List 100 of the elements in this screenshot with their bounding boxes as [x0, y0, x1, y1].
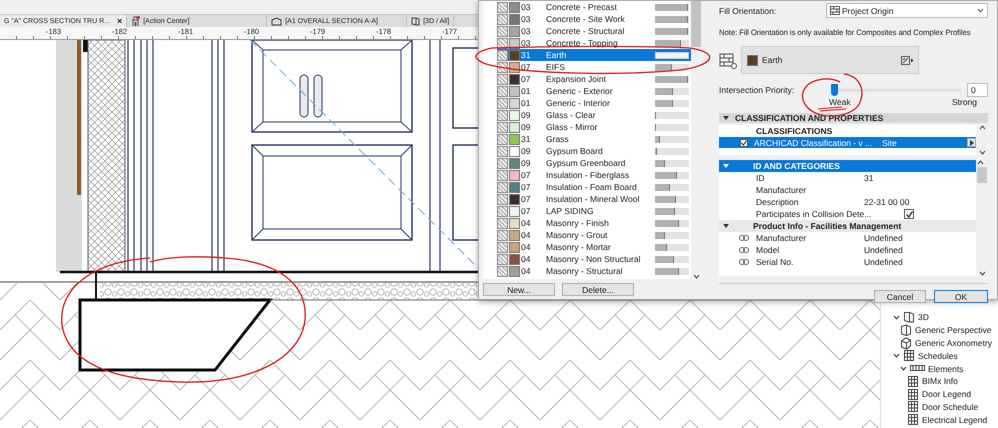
navigator-item[interactable]: Elements — [928, 364, 964, 374]
navigator-item[interactable]: Door Schedule — [922, 402, 978, 412]
material-row[interactable]: 31 Grass — [497, 133, 691, 145]
scrollbar-thumb[interactable] — [977, 167, 987, 183]
material-code: 04 — [520, 266, 532, 276]
material-code: 07 — [520, 170, 532, 180]
fill-orientation-dropdown[interactable]: Project Origin — [826, 3, 988, 18]
classification-row[interactable]: ARCHICAD Classification - v ... Site — [719, 137, 976, 148]
material-row[interactable]: 07 Expansion Joint — [497, 73, 691, 85]
link-icon — [739, 235, 749, 241]
material-code: 31 — [520, 134, 532, 144]
chevron-down-icon[interactable] — [692, 274, 700, 279]
material-row[interactable]: 03 Concrete - Site Work — [497, 13, 691, 25]
fill-pattern-icon — [497, 134, 508, 144]
list-button[interactable]: New... — [483, 283, 555, 296]
cube-icon — [900, 324, 912, 337]
material-row[interactable]: 09 Glass - Clear — [497, 109, 691, 121]
property-group-header[interactable]: Product Info - Facilities Management — [719, 220, 976, 232]
material-code: 09 — [520, 110, 532, 120]
cancel-button[interactable]: Cancel — [874, 290, 926, 303]
material-row[interactable]: 31 Earth — [497, 49, 691, 61]
material-row[interactable]: 04 Masonry - Structural — [497, 265, 691, 277]
property-group-header[interactable]: ID AND CATEGORIES — [719, 160, 976, 172]
checkbox[interactable] — [740, 138, 748, 146]
material-code: 31 — [520, 50, 532, 60]
fill-pattern-icon — [497, 170, 508, 180]
priority-value-field[interactable]: 0 — [967, 83, 988, 97]
material-row[interactable]: 07 LAP SIDING — [497, 205, 691, 217]
material-row[interactable]: 07 Insulation - Fiberglass — [497, 169, 691, 181]
material-row[interactable]: 09 Glass - Mirror — [497, 121, 691, 133]
material-row[interactable]: 07 Insulation - Foam Board — [497, 181, 691, 193]
material-row[interactable]: 01 Generic - Interior — [497, 97, 691, 109]
chevron-down-icon[interactable] — [893, 353, 900, 358]
link-icon — [739, 259, 749, 265]
material-row[interactable]: 04 Masonry - Non Structural — [497, 253, 691, 265]
material-row[interactable]: 07 EIFS — [497, 61, 691, 73]
material-name: Masonry - Grout — [546, 230, 608, 240]
material-row[interactable]: 04 Masonry - Finish — [497, 217, 691, 229]
material-row[interactable]: 04 Masonry - Grout — [497, 229, 691, 241]
ok-button[interactable]: OK — [934, 290, 988, 303]
material-name: Masonry - Mortar — [546, 242, 612, 252]
material-name: Earth — [546, 50, 568, 60]
chevron-up-icon[interactable] — [977, 160, 984, 165]
section-header[interactable]: CLASSIFICATION AND PROPERTIES — [719, 113, 988, 123]
material-row[interactable]: 04 Masonry - Mortar — [497, 241, 691, 253]
navigator-item[interactable]: 3D — [918, 312, 929, 322]
fill-pattern-icon — [497, 266, 508, 276]
scrollbar-thumb[interactable] — [691, 1, 701, 47]
triangle-down-icon — [723, 224, 729, 228]
dropdown-value: Project Origin — [842, 6, 894, 16]
fill-pattern-icon — [497, 38, 508, 48]
material-row[interactable]: 03 Concrete - Structural — [497, 25, 691, 37]
cube-icon — [900, 336, 912, 350]
chevron-up-icon[interactable] — [978, 125, 986, 130]
material-row[interactable]: 09 Gypsum Board — [497, 145, 691, 157]
material-name: Insulation - Foam Board — [546, 182, 638, 192]
surface-selector[interactable]: Earth — [741, 46, 919, 74]
grid-icon — [907, 374, 919, 388]
checkmark-icon — [741, 140, 747, 146]
cube-icon — [903, 310, 915, 324]
fill-pattern-icon — [497, 98, 508, 108]
material-code: 04 — [520, 230, 532, 240]
navigator-item[interactable]: Electrical Legend — [922, 414, 988, 425]
brick-wall-icon — [719, 51, 737, 69]
property-label: Serial No. — [756, 257, 794, 267]
material-row[interactable]: 03 Concrete - Precast — [497, 1, 691, 13]
chevron-down-icon[interactable] — [900, 366, 907, 372]
slider-thumb[interactable] — [831, 84, 838, 96]
group-title: Product Info - Facilities Management — [753, 221, 902, 231]
material-row[interactable]: 09 Gypsum Greenboard — [497, 157, 691, 169]
material-row[interactable]: 07 Insulation - Mineral Wool — [497, 193, 691, 205]
expand-button[interactable] — [967, 138, 976, 147]
material-code: 03 — [520, 26, 532, 36]
navigator-item[interactable]: Door Legend — [922, 389, 972, 400]
navigator-item[interactable]: BIMx Info — [922, 376, 958, 386]
chevron-down-icon[interactable] — [978, 271, 986, 276]
fill-pattern-icon — [497, 218, 508, 228]
list-button[interactable]: Delete... — [562, 283, 634, 296]
property-label: Participates in Collision Dete... — [755, 209, 872, 219]
property-value: 31 — [864, 173, 874, 183]
material-row[interactable]: 01 Generic - Exterior — [497, 85, 691, 97]
chevron-down-icon[interactable] — [893, 314, 900, 320]
tower-icon — [131, 16, 140, 26]
checkbox[interactable] — [904, 209, 914, 219]
material-code: 09 — [520, 146, 532, 156]
fill-pattern-icon — [497, 122, 508, 132]
fill-pattern-icon — [497, 182, 508, 192]
material-code: 07 — [520, 206, 532, 216]
property-label: ID — [755, 173, 766, 183]
material-code: 07 — [520, 74, 532, 84]
navigator-item[interactable]: Schedules — [918, 350, 958, 361]
close-button[interactable]: × — [116, 16, 122, 26]
grid-icon — [907, 400, 919, 414]
chevron-down-icon[interactable] — [978, 150, 986, 155]
navigator-item[interactable]: Generic Perspective — [915, 325, 992, 336]
material-name: Concrete - Precast — [546, 2, 618, 12]
slider-max-label: Strong — [952, 97, 977, 108]
navigator-item[interactable]: Generic Axonometry — [915, 338, 992, 348]
material-name: Concrete - Site Work — [546, 14, 626, 24]
material-name: Gypsum Greenboard — [546, 158, 626, 168]
